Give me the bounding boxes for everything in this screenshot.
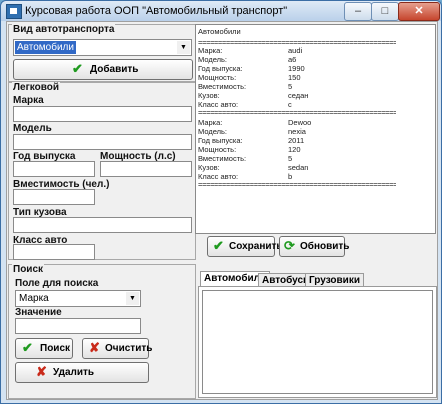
record-2-year-value: 2011	[288, 136, 305, 145]
red-x-icon: ✘	[36, 364, 47, 379]
vehicle-type-group: Вид автотранспорта Автомобили ▼ ✔ Добави…	[8, 24, 196, 82]
chevron-down-icon[interactable]: ▼	[177, 41, 190, 54]
capacity-input[interactable]	[13, 189, 95, 205]
client-area: Вид автотранспорта Автомобили ▼ ✔ Добави…	[6, 21, 438, 400]
search-value-label: Значение	[15, 307, 62, 318]
record-2-capacity-key: Вместимость:	[198, 154, 247, 163]
record-2-body-value: sedan	[288, 163, 309, 172]
save-button[interactable]: ✔ Сохранить	[207, 236, 283, 257]
record-2-model-key: Модель:	[198, 127, 228, 136]
delete-button-label: Удалить	[53, 367, 95, 378]
refresh-icon: ⟳	[284, 238, 295, 253]
output-separator: ========================================…	[198, 180, 396, 189]
search-field-selected: Марка	[19, 293, 49, 304]
close-button[interactable]: ✕	[398, 2, 440, 21]
title-bar[interactable]: Курсовая работа ООП "Автомобильный транс…	[1, 1, 441, 21]
green-check-icon: ✔	[213, 238, 224, 253]
record-1-model-value: a6	[288, 55, 297, 64]
results-list[interactable]	[202, 290, 433, 394]
refresh-button[interactable]: ⟳ Обновить	[279, 236, 349, 257]
car-group: Легковой Марка Модель Год выпуска Мощнос…	[8, 82, 196, 260]
record-2-brand-value: Dewoo	[288, 118, 312, 127]
body-type-input[interactable]	[13, 217, 192, 233]
results-panel	[198, 286, 437, 398]
vehicle-type-group-label: Вид автотранспорта	[12, 24, 116, 35]
record-2-brand-key: Марка:	[198, 118, 223, 127]
model-label: Модель	[13, 123, 52, 134]
clear-button-label: Очистить	[105, 343, 153, 354]
red-x-icon: ✘	[89, 340, 100, 355]
add-button[interactable]: ✔ Добавить	[13, 59, 193, 80]
record-1-year-value: 1990	[288, 64, 305, 73]
add-button-label: Добавить	[90, 64, 139, 75]
car-group-label: Легковой	[12, 82, 60, 93]
save-button-label: Сохранить	[229, 241, 283, 252]
output-header: Автомобили	[198, 27, 241, 36]
vehicle-type-select[interactable]: Автомобили ▼	[13, 39, 192, 56]
search-field-label: Поле для поиска	[15, 278, 99, 289]
record-2-capacity-value: 5	[288, 154, 293, 163]
green-check-icon: ✔	[72, 61, 83, 76]
refresh-button-label: Обновить	[300, 241, 350, 252]
record-2-model-value: nexia	[288, 127, 306, 136]
clear-button[interactable]: ✘ Очистить	[82, 338, 153, 359]
search-field-select[interactable]: Марка ▼	[15, 290, 141, 307]
search-value-input[interactable]	[15, 318, 141, 334]
record-1-year-key: Год выпуска:	[198, 64, 243, 73]
record-1-capacity-value: 5	[288, 82, 293, 91]
record-2-body-key: Кузов:	[198, 163, 220, 172]
search-button-label: Поиск	[40, 343, 71, 354]
year-input[interactable]	[13, 161, 95, 177]
record-2-power-key: Мощность:	[198, 145, 237, 154]
search-group: Поиск Поле для поиска Марка ▼ Значение ✔…	[8, 264, 196, 399]
record-1-model-key: Модель:	[198, 55, 228, 64]
power-input[interactable]	[100, 161, 192, 177]
maximize-button[interactable]: □	[371, 2, 399, 21]
output-separator: ========================================…	[198, 108, 396, 117]
brand-label: Марка	[13, 95, 44, 106]
record-1-body-key: Кузов:	[198, 91, 220, 100]
search-button[interactable]: ✔ Поиск	[15, 338, 73, 359]
app-icon	[6, 4, 22, 19]
class-input[interactable]	[13, 244, 95, 260]
delete-button[interactable]: ✘ Удалить	[15, 362, 149, 383]
record-1-power-key: Мощность:	[198, 73, 237, 82]
record-1-power-value: 150	[288, 73, 301, 82]
record-1-body-value: седан	[288, 91, 309, 100]
tab-trucks[interactable]: Грузовики	[305, 273, 364, 287]
output-memo[interactable]: Автомобили =============================…	[195, 24, 436, 234]
record-1-capacity-key: Вместимость:	[198, 82, 247, 91]
record-1-brand-value: audi	[288, 46, 303, 55]
minimize-button[interactable]: –	[344, 2, 372, 21]
window-title: Курсовая работа ООП "Автомобильный транс…	[25, 5, 288, 17]
green-check-icon: ✔	[22, 340, 33, 355]
search-group-label: Поиск	[12, 264, 45, 275]
record-2-power-value: 120	[288, 145, 301, 154]
vehicle-type-selected: Автомобили	[15, 41, 76, 54]
model-input[interactable]	[13, 134, 192, 150]
chevron-down-icon[interactable]: ▼	[126, 292, 139, 305]
record-2-year-key: Год выпуска:	[198, 136, 243, 145]
record-1-brand-key: Марка:	[198, 46, 223, 55]
app-window: Курсовая работа ООП "Автомобильный транс…	[0, 0, 442, 404]
brand-input[interactable]	[13, 106, 192, 122]
